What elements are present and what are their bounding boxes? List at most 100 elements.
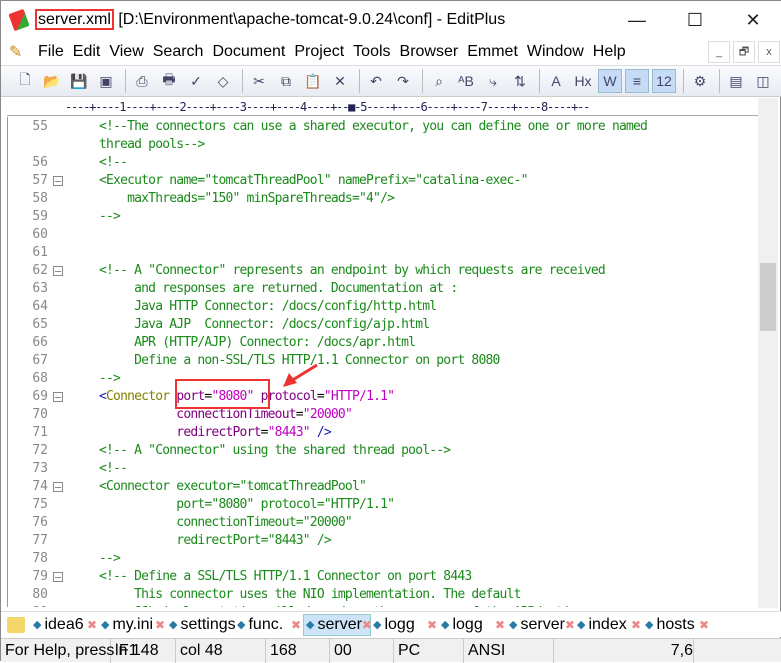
status-field: col 48 — [176, 638, 266, 663]
maximize-button[interactable]: ☐ — [666, 1, 724, 39]
code-text: Java HTTP Connector: /docs/config/http.h… — [99, 298, 437, 316]
delete-icon[interactable]: ✕ — [328, 69, 352, 93]
spellcheck-icon[interactable]: ✓ — [184, 69, 208, 93]
replace-icon[interactable]: ᴬB — [454, 69, 478, 93]
copy-icon[interactable]: ⧉ — [274, 69, 298, 93]
tab-server[interactable]: ◆ server ✖ — [507, 614, 575, 636]
menu-view[interactable]: View — [109, 43, 143, 61]
menu-project[interactable]: Project — [294, 43, 344, 61]
tab-label: func. — [248, 615, 284, 633]
menu-edit[interactable]: Edit — [73, 43, 101, 61]
menu-tools[interactable]: Tools — [353, 43, 390, 61]
token: <!--The connectors can use a shared exec… — [99, 119, 648, 134]
menu-search[interactable]: Search — [153, 43, 204, 61]
tab-my.ini[interactable]: ◆ my.ini ✖ — [99, 614, 167, 636]
tab-index[interactable]: ◆ index ✖ — [575, 614, 643, 636]
menu-file[interactable]: File — [38, 43, 64, 61]
status-field: 168 — [266, 638, 330, 663]
tab-close-icon[interactable]: ✖ — [565, 618, 575, 632]
token: APR (HTTP/AJP) Connector: /docs/apr.html — [99, 335, 416, 350]
code-text: thread pools--> — [99, 136, 205, 154]
code-text: Java AJP Connector: /docs/config/ajp.htm… — [99, 316, 430, 334]
tab-close-icon[interactable]: ✖ — [699, 618, 709, 632]
print-icon[interactable]: 🖶 — [157, 69, 181, 93]
token: <!-- — [99, 155, 128, 170]
redo-icon[interactable]: ↷ — [391, 69, 415, 93]
code-text: APR (HTTP/AJP) Connector: /docs/apr.html — [99, 334, 416, 352]
line-number: 66 — [32, 335, 48, 350]
token: /> — [316, 425, 332, 440]
save-icon[interactable]: 💾 — [67, 69, 91, 93]
tab-hosts[interactable]: ◆ hosts ✖ — [643, 614, 711, 636]
token: redirectPort="8443" /> — [99, 533, 331, 548]
menu-browser[interactable]: Browser — [400, 43, 459, 61]
line-number: 77 — [32, 533, 48, 548]
tab-func.[interactable]: ◆ func. ✖ — [235, 614, 303, 636]
line-numbers-icon[interactable]: 12 — [652, 69, 676, 93]
settings-icon[interactable]: ⚙ — [688, 69, 712, 93]
fold-toggle-icon[interactable] — [53, 266, 63, 276]
folder-icon[interactable] — [7, 616, 25, 633]
open-icon[interactable]: 📂 — [40, 69, 64, 93]
line-number: 65 — [32, 317, 48, 332]
title-bar: server.xml [D:\Environment\apache-tomcat… — [1, 1, 781, 39]
code-text: maxThreads="150" minSpareThreads="4"/> — [99, 190, 395, 208]
tab-logg[interactable]: ◆ logg ✖ — [439, 614, 507, 636]
menu-help[interactable]: Help — [593, 43, 626, 61]
tab-settings[interactable]: ◆settings✖ — [167, 614, 235, 636]
code-editor[interactable]: 55 <!--The connectors can use a shared ex… — [7, 117, 759, 607]
fold-toggle-icon[interactable] — [53, 392, 63, 402]
mdi-button-0[interactable]: _ — [708, 41, 730, 63]
find-icon[interactable]: ⌕ — [427, 69, 451, 93]
token: connectionTimeout — [176, 407, 296, 422]
mdi-button-1[interactable]: 🗗 — [733, 41, 755, 63]
panel-icon[interactable]: ▤ — [724, 69, 748, 93]
toolbar-separator — [683, 69, 684, 93]
tab-close-icon[interactable]: ✖ — [87, 618, 97, 632]
tab-close-icon[interactable]: ✖ — [495, 618, 505, 632]
menu-window[interactable]: Window — [527, 43, 584, 61]
fold-toggle-icon[interactable] — [53, 482, 63, 492]
browser-preview-icon[interactable]: ◇ — [211, 69, 235, 93]
token: redirectPort — [176, 425, 261, 440]
tab-close-icon[interactable]: ✖ — [631, 618, 641, 632]
token: <Executor name="tomcatThreadPool" namePr… — [99, 173, 528, 188]
goto-icon[interactable]: ⤷ — [481, 69, 505, 93]
tab-close-icon[interactable]: ✖ — [291, 618, 301, 632]
line-number: 69 — [32, 389, 48, 404]
editplus-logo-icon — [8, 8, 30, 32]
token: --> — [99, 551, 121, 566]
fold-toggle-icon[interactable] — [53, 176, 63, 186]
save-all-icon[interactable]: ▣ — [94, 69, 118, 93]
undo-icon[interactable]: ↶ — [364, 69, 388, 93]
tab-label: logg — [452, 615, 483, 633]
font-icon[interactable]: A — [544, 69, 568, 93]
indent-icon[interactable]: ≡ — [625, 69, 649, 93]
cut-icon[interactable]: ✂ — [247, 69, 271, 93]
vertical-scrollbar[interactable] — [758, 98, 778, 608]
tab-server[interactable]: ◆ server ✖ — [303, 613, 371, 636]
file-icon: ◆ — [509, 619, 518, 631]
paste-icon[interactable]: 📋 — [301, 69, 325, 93]
tab-logg[interactable]: ◆ logg ✖ — [371, 614, 439, 636]
hex-icon[interactable]: Hx — [571, 69, 595, 93]
menu-emmet[interactable]: Emmet — [467, 43, 518, 61]
menu-document[interactable]: Document — [212, 43, 285, 61]
status-field: ANSI — [464, 638, 554, 663]
new-file-icon[interactable]: 🗋 — [13, 69, 37, 93]
scrollbar-thumb[interactable] — [760, 263, 776, 331]
tab-idea6[interactable]: ◆ idea6 ✖ — [31, 614, 99, 636]
close-button[interactable]: ✕ — [724, 1, 781, 39]
minimize-button[interactable]: — — [608, 1, 666, 39]
tab-close-icon[interactable]: ✖ — [155, 618, 165, 632]
print-preview-icon[interactable]: ⎙ — [130, 69, 154, 93]
mdi-button-2[interactable]: x — [758, 41, 780, 63]
tab-close-icon[interactable]: ✖ — [427, 618, 437, 632]
tab-close-icon[interactable]: ✖ — [362, 618, 370, 632]
word-wrap-icon[interactable]: W — [598, 69, 622, 93]
fold-toggle-icon[interactable] — [53, 572, 63, 582]
split-icon[interactable]: ◫ — [751, 69, 775, 93]
sort-icon[interactable]: ⇅ — [508, 69, 532, 93]
line-number: 76 — [32, 515, 48, 530]
file-icon: ◆ — [237, 619, 246, 631]
